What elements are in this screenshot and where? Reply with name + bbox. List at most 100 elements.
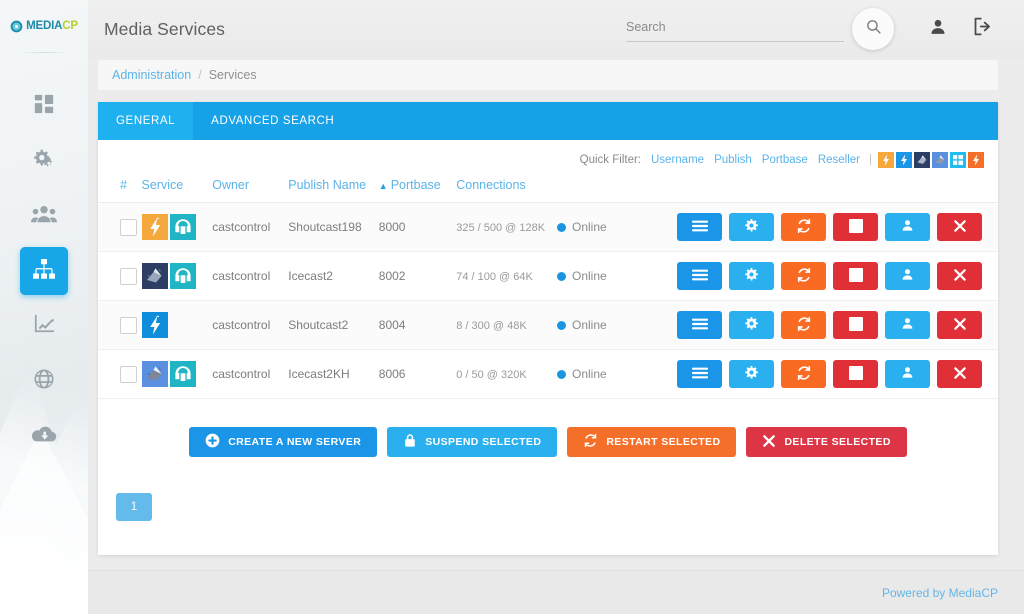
column-header-publish-name[interactable]: Publish Name	[288, 172, 379, 203]
row-checkbox[interactable]	[120, 267, 137, 285]
restart-selected-button[interactable]: RESTART SELECTED	[567, 427, 737, 457]
brand-name-main: MEDIA	[26, 20, 63, 32]
headphones-autodj-icon[interactable]	[169, 214, 196, 240]
row-actions-cell: Online	[557, 202, 998, 252]
delete-selected-button[interactable]: DELETE SELECTED	[746, 427, 907, 457]
windows-media-filter-icon[interactable]	[950, 152, 966, 168]
sidebar-nav	[0, 53, 88, 460]
stop-button[interactable]	[833, 262, 878, 290]
headphones-autodj-icon[interactable]	[169, 361, 196, 387]
row-actions-cell: Online	[557, 349, 998, 399]
search-icon	[865, 18, 882, 40]
icecast-kh-icon[interactable]	[141, 361, 168, 387]
search-field-wrapper[interactable]	[626, 16, 844, 42]
column-header-owner[interactable]: Owner	[212, 172, 289, 203]
quick-filter-label: Quick Filter:	[579, 154, 641, 166]
sidebar-item-downloads[interactable]	[20, 412, 68, 460]
delete-button[interactable]	[937, 360, 982, 388]
login-as-user-button[interactable]	[885, 360, 930, 388]
stop-button[interactable]	[833, 311, 878, 339]
quick-filter-reseller[interactable]: Reseller	[818, 154, 860, 166]
stop-button[interactable]	[833, 360, 878, 388]
restart-button[interactable]	[781, 360, 826, 388]
tab-advanced-search[interactable]: ADVANCED SEARCH	[193, 102, 352, 140]
configure-button[interactable]	[729, 213, 774, 241]
breadcrumb-wrapper: Administration / Services	[88, 60, 1024, 90]
shoutcast-v2-icon[interactable]	[141, 312, 168, 338]
restart-button[interactable]	[781, 262, 826, 290]
quick-filter-portbase[interactable]: Portbase	[762, 154, 808, 166]
row-actions-cell: Online	[557, 251, 998, 301]
details-menu-button[interactable]	[677, 262, 722, 290]
icecast-kh-filter-icon[interactable]	[932, 152, 948, 168]
search-input[interactable]	[626, 20, 844, 34]
configure-button[interactable]	[729, 311, 774, 339]
quick-filter-divider: |	[869, 154, 872, 166]
breadcrumb-root-link[interactable]: Administration	[112, 68, 191, 82]
details-menu-button[interactable]	[677, 213, 722, 241]
icecast-v2-icon[interactable]	[141, 263, 168, 289]
delete-button[interactable]	[937, 213, 982, 241]
headphones-autodj-icon[interactable]	[169, 263, 196, 289]
all-services-filter-icon[interactable]	[968, 152, 984, 168]
shoutcast-v1-icon[interactable]	[141, 214, 168, 240]
login-as-user-button[interactable]	[885, 213, 930, 241]
row-checkbox[interactable]	[120, 218, 137, 236]
column-header-index[interactable]: #	[98, 172, 142, 203]
status-badge: Online	[572, 318, 607, 332]
shoutcast-v1-filter-icon[interactable]	[878, 152, 894, 168]
row-connections-text: 0 / 50 @ 320K	[456, 369, 527, 381]
suspend-selected-button[interactable]: SUSPEND SELECTED	[387, 427, 558, 457]
tab-general[interactable]: GENERAL	[98, 102, 194, 140]
footer: Powered by MediaCP	[88, 570, 1024, 614]
lock-icon	[403, 433, 417, 451]
restart-button[interactable]	[781, 213, 826, 241]
table-row: castcontrol Icecast2 8002 74 / 100 @ 64K…	[98, 251, 998, 301]
person-icon	[900, 365, 915, 383]
row-connections: 325 / 500 @ 128K	[456, 202, 557, 252]
quick-filter-username[interactable]: Username	[651, 154, 704, 166]
brand-logo[interactable]: MEDIACP	[0, 0, 88, 52]
column-header-portbase[interactable]: ▲ Portbase	[378, 172, 457, 203]
row-status: Online	[557, 220, 677, 234]
sidebar-item-clients[interactable]	[20, 192, 68, 240]
details-menu-button[interactable]	[677, 360, 722, 388]
logout-button[interactable]	[966, 13, 998, 45]
column-header-service[interactable]: Service	[141, 172, 213, 203]
sidebar-item-services[interactable]	[20, 247, 68, 295]
create-new-server-button[interactable]: CREATE A NEW SERVER	[189, 427, 378, 457]
quick-filter-publish[interactable]: Publish	[714, 154, 752, 166]
configure-button[interactable]	[729, 262, 774, 290]
person-icon	[900, 267, 915, 285]
gear-icon	[744, 267, 759, 285]
row-checkbox[interactable]	[120, 365, 137, 383]
configure-button[interactable]	[729, 360, 774, 388]
column-header-connections[interactable]: Connections	[456, 172, 557, 203]
sidebar-item-dashboard[interactable]	[20, 82, 68, 130]
icecast-v2-filter-icon[interactable]	[914, 152, 930, 168]
login-as-user-button[interactable]	[885, 262, 930, 290]
create-new-server-label: CREATE A NEW SERVER	[228, 436, 362, 448]
details-menu-button[interactable]	[677, 311, 722, 339]
shoutcast-v2-filter-icon[interactable]	[896, 152, 912, 168]
dashboard-grid-icon	[33, 93, 55, 120]
pagination-page-1[interactable]: 1	[116, 493, 152, 521]
status-badge: Online	[572, 367, 607, 381]
refresh-icon	[796, 218, 812, 237]
account-button[interactable]	[922, 13, 954, 45]
status-online-dot-icon	[557, 320, 566, 330]
stop-button[interactable]	[833, 213, 878, 241]
login-as-user-button[interactable]	[885, 311, 930, 339]
sidebar-item-statistics[interactable]	[20, 302, 68, 350]
sidebar-item-settings[interactable]	[20, 137, 68, 185]
users-group-icon	[31, 203, 57, 230]
sidebar-item-network[interactable]	[20, 357, 68, 405]
footer-powered-by[interactable]: Powered by MediaCP	[882, 586, 998, 600]
search-submit-button[interactable]	[852, 8, 894, 50]
restart-button[interactable]	[781, 311, 826, 339]
hamburger-icon	[691, 268, 708, 285]
delete-button[interactable]	[937, 262, 982, 290]
row-checkbox[interactable]	[120, 316, 137, 334]
delete-button[interactable]	[937, 311, 982, 339]
status-online-dot-icon	[557, 222, 566, 232]
